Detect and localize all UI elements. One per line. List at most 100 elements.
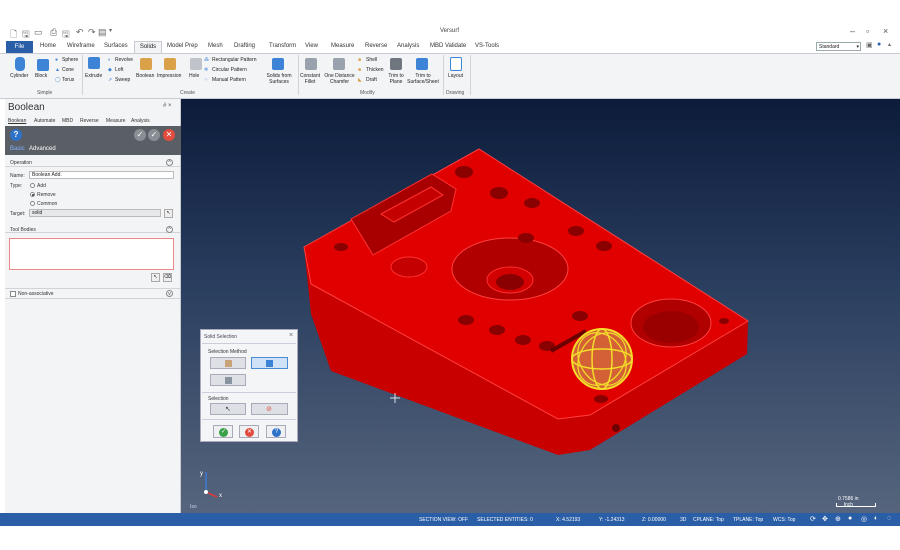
collapse-chevron-icon[interactable]: ^ xyxy=(166,226,173,233)
panel-tab-reverse[interactable]: Reverse xyxy=(80,118,99,124)
chamfer-button[interactable]: One Distance Chamfer xyxy=(323,73,356,85)
loft-icon[interactable]: ◆ xyxy=(108,67,112,73)
pan-icon[interactable]: ✥ xyxy=(822,515,828,523)
torus-icon[interactable]: ◯ xyxy=(55,77,61,83)
subtab-advanced[interactable]: Advanced xyxy=(29,146,56,152)
tab-mesh[interactable]: Mesh xyxy=(208,43,223,49)
collapse-chevron-icon[interactable]: ^ xyxy=(166,159,173,166)
trim-to-plane-icon[interactable] xyxy=(390,58,402,70)
select-bodies-icon[interactable]: ↖ xyxy=(151,273,160,282)
maximize-icon[interactable]: ▫ xyxy=(866,26,869,36)
hole-icon[interactable] xyxy=(190,58,202,70)
pick-cursor-icon[interactable]: ↖ xyxy=(164,209,173,218)
panel-tab-boolean[interactable]: Boolean xyxy=(8,118,26,124)
impression-icon[interactable] xyxy=(164,58,176,70)
extrude-icon[interactable] xyxy=(88,57,100,69)
circular-pattern-icon[interactable]: ✲ xyxy=(204,67,208,73)
view-standard-select[interactable]: Standard ▾ xyxy=(816,42,861,51)
trim-to-surface-icon[interactable] xyxy=(416,58,428,70)
panel-tab-measure[interactable]: Measure xyxy=(106,118,125,124)
draft-icon[interactable]: ◣ xyxy=(358,77,362,83)
minimize-icon[interactable]: – xyxy=(850,26,855,36)
boolean-icon[interactable] xyxy=(140,58,152,70)
shell-icon[interactable]: ■ xyxy=(358,57,361,63)
clipboard-icon[interactable]: ▤ xyxy=(98,27,107,38)
cylinder-button[interactable]: Cylinder xyxy=(10,73,28,79)
shading-icon[interactable]: ● xyxy=(848,515,852,522)
customize-arrow-icon[interactable]: ▾ xyxy=(109,27,112,34)
sphere-icon[interactable]: ● xyxy=(55,57,58,63)
open-icon[interactable]: ▭ xyxy=(34,27,43,38)
deselect-button[interactable]: ⊘ xyxy=(251,403,288,415)
constant-fillet-button[interactable]: Constant Fillet xyxy=(298,73,322,85)
ok-apply-button[interactable]: ✓ xyxy=(134,129,146,141)
rectangular-pattern-button[interactable]: Rectangular Pattern xyxy=(212,57,256,63)
tab-reverse[interactable]: Reverse xyxy=(365,43,387,49)
method-body-button[interactable] xyxy=(251,357,288,369)
sphere-button[interactable]: Sphere xyxy=(62,57,78,63)
boolean-button[interactable]: Boolean xyxy=(136,73,154,79)
sweep-icon[interactable]: ➚ xyxy=(108,77,112,83)
target-field[interactable]: solid xyxy=(29,209,161,217)
draft-button[interactable]: Draft xyxy=(366,77,377,83)
thicken-icon[interactable]: ■ xyxy=(358,67,361,73)
wireframe-icon[interactable]: ◎ xyxy=(861,515,867,523)
cone-icon[interactable]: ▲ xyxy=(55,67,60,73)
help-icon[interactable]: ● xyxy=(877,41,881,48)
block-button[interactable]: Block xyxy=(35,73,47,79)
3d-viewport[interactable]: y x Iso xyxy=(181,99,900,513)
tab-model-prep[interactable]: Model Prep xyxy=(167,43,198,49)
tab-drafting[interactable]: Drafting xyxy=(234,43,255,49)
panel-tab-automate[interactable]: Automate xyxy=(34,118,55,124)
dialog-cancel-button[interactable]: ✕ xyxy=(239,425,259,438)
zoom-icon[interactable]: ⊕ xyxy=(835,515,841,523)
trim-to-plane-button[interactable]: Trim to Plane xyxy=(385,73,407,85)
mode-status[interactable]: 3D xyxy=(680,517,686,523)
clear-bodies-icon[interactable]: ⌫ xyxy=(163,273,172,282)
settings-icon[interactable]: ◌ xyxy=(887,515,891,522)
trim-to-surface-button[interactable]: Trim to Surface/Sheet xyxy=(405,73,441,85)
cplane-status[interactable]: CPLANE: Top xyxy=(693,517,724,523)
wcs-status[interactable]: WCS: Top xyxy=(773,517,795,523)
layout-icon[interactable]: ▣ xyxy=(866,41,873,49)
cylinder-icon[interactable] xyxy=(15,57,25,71)
extrude-button[interactable]: Extrude xyxy=(85,73,102,79)
revolve-button[interactable]: Revolve xyxy=(115,57,133,63)
selected-entities-status[interactable]: SELECTED ENTITIES: 0 xyxy=(477,517,533,523)
shell-button[interactable]: Shell xyxy=(366,57,377,63)
tab-analysis[interactable]: Analysis xyxy=(397,43,419,49)
redo-icon[interactable]: ↷ xyxy=(88,27,96,38)
method-faces-button[interactable] xyxy=(210,357,246,369)
layout-drawing-icon[interactable] xyxy=(450,57,462,71)
block-icon[interactable] xyxy=(37,59,49,71)
tplane-status[interactable]: TPLANE: Top xyxy=(733,517,763,523)
type-add-radio[interactable] xyxy=(30,183,35,188)
revolve-icon[interactable]: ◐ xyxy=(108,57,111,63)
panel-pin-icon[interactable]: # × xyxy=(163,103,172,109)
panel-tab-mbd[interactable]: MBD xyxy=(62,118,73,124)
tool-bodies-list[interactable] xyxy=(9,238,174,270)
type-common-radio[interactable] xyxy=(30,201,35,206)
undo-icon[interactable]: ↶ xyxy=(76,27,84,38)
tab-surfaces[interactable]: Surfaces xyxy=(104,43,128,49)
section-view-status[interactable]: SECTION VIEW: OFF xyxy=(419,517,468,523)
tab-view[interactable]: View xyxy=(305,43,318,49)
panel-tab-analysis[interactable]: Analysis xyxy=(131,118,150,124)
manual-pattern-button[interactable]: Manual Pattern xyxy=(212,77,246,83)
torus-button[interactable]: Torus xyxy=(62,77,74,83)
tab-file[interactable]: File xyxy=(6,41,33,53)
close-icon[interactable]: × xyxy=(883,26,888,36)
ok-button[interactable]: ✓ xyxy=(148,129,160,141)
solids-from-surfaces-icon[interactable] xyxy=(272,58,284,70)
loft-button[interactable]: Loft xyxy=(115,67,123,73)
rectangular-pattern-icon[interactable]: ⁂ xyxy=(204,57,209,63)
select-cursor-button[interactable]: ↖ xyxy=(210,403,246,415)
subtab-basic[interactable]: Basic xyxy=(10,146,25,152)
tab-transform[interactable]: Transform xyxy=(269,43,296,49)
tab-vs-tools[interactable]: VS-Tools xyxy=(475,43,499,49)
expand-chevron-icon[interactable]: v xyxy=(166,290,173,297)
thicken-button[interactable]: Thicken xyxy=(366,67,384,73)
dialog-help-button[interactable]: ? xyxy=(266,425,286,438)
sweep-button[interactable]: Sweep xyxy=(115,77,130,83)
rotate-icon[interactable]: ⟳ xyxy=(810,515,816,523)
